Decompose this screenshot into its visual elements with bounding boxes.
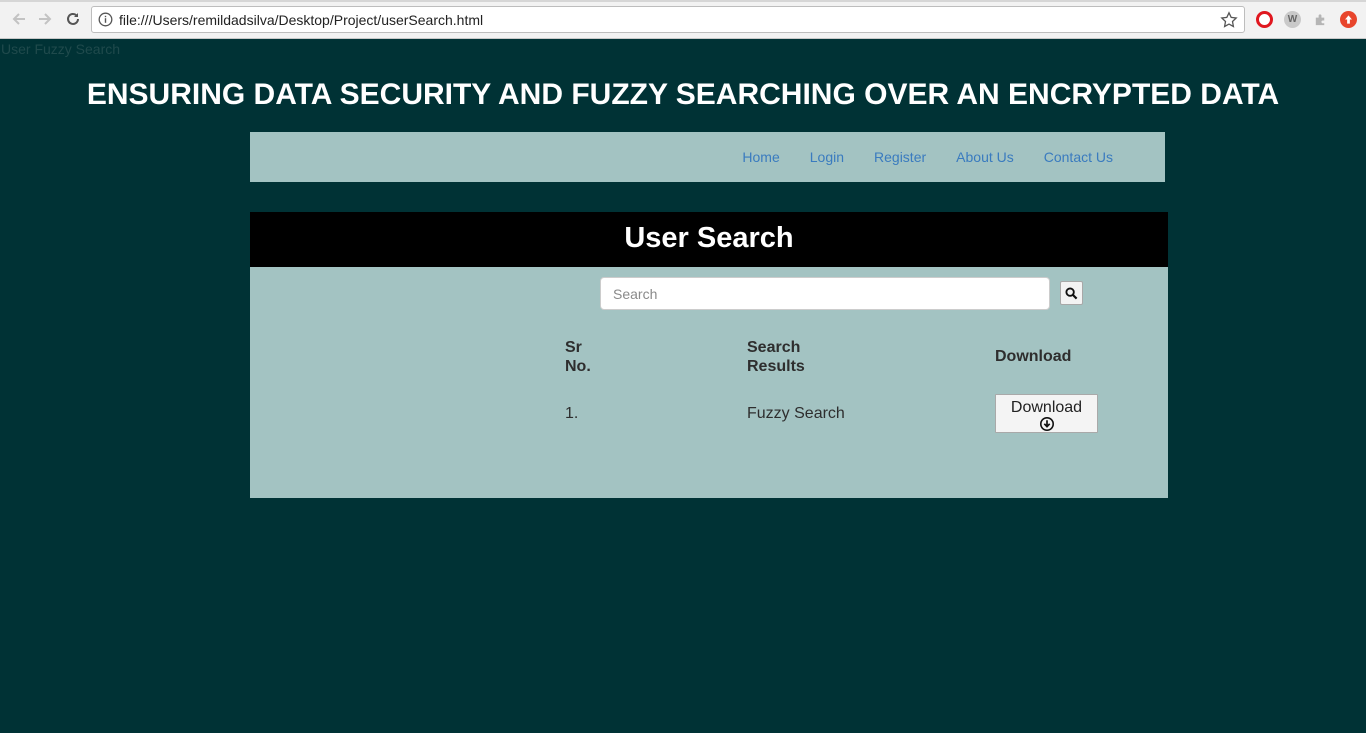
address-bar[interactable]: file:///Users/remildadsilva/Desktop/Proj… [91, 6, 1245, 33]
opera-icon[interactable] [1256, 11, 1273, 28]
info-icon[interactable] [98, 12, 113, 27]
download-arrow-icon [1039, 416, 1054, 431]
nav-link-contact[interactable]: Contact Us [1044, 149, 1113, 165]
forward-arrow-icon[interactable] [35, 9, 55, 29]
cell-search-result: Fuzzy Search [747, 405, 845, 422]
browser-toolbar: file:///Users/remildadsilva/Desktop/Proj… [0, 0, 1366, 39]
bookmark-star-icon[interactable] [1220, 11, 1238, 29]
column-header-download: Download [995, 348, 1072, 365]
search-input[interactable] [600, 277, 1050, 310]
upload-extension-icon[interactable] [1340, 11, 1357, 28]
cell-sr-no: 1. [565, 405, 579, 422]
panel-title: User Search [624, 222, 794, 254]
document-title: User Fuzzy Search [1, 41, 121, 57]
page-heading: ENSURING DATA SECURITY AND FUZZY SEARCHI… [86, 78, 1280, 111]
w-extension-icon[interactable]: W [1284, 11, 1301, 28]
search-button[interactable] [1060, 281, 1083, 305]
nav-links: Home Login Register About Us Contact Us [712, 132, 1113, 182]
nav-link-home[interactable]: Home [742, 149, 779, 165]
url-text: file:///Users/remildadsilva/Desktop/Proj… [119, 12, 484, 28]
search-icon [1065, 286, 1078, 299]
column-header-search-results: Search Results [747, 339, 805, 375]
back-arrow-icon[interactable] [9, 9, 29, 29]
search-panel: User Search Sr No. Search Results Downlo… [250, 212, 1168, 498]
nav-link-login[interactable]: Login [810, 149, 844, 165]
tab-strip [0, 0, 1366, 2]
nav-link-about[interactable]: About Us [956, 149, 1014, 165]
download-button-label: Download [1010, 398, 1083, 416]
column-header-sr-no: Sr No. [565, 339, 591, 375]
panel-header: User Search [250, 212, 1168, 267]
puzzle-extension-icon[interactable] [1312, 11, 1329, 28]
nav-bar: Home Login Register About Us Contact Us [250, 132, 1165, 182]
download-button[interactable]: Download [995, 394, 1098, 433]
reload-icon[interactable] [63, 9, 83, 29]
nav-link-register[interactable]: Register [874, 149, 926, 165]
